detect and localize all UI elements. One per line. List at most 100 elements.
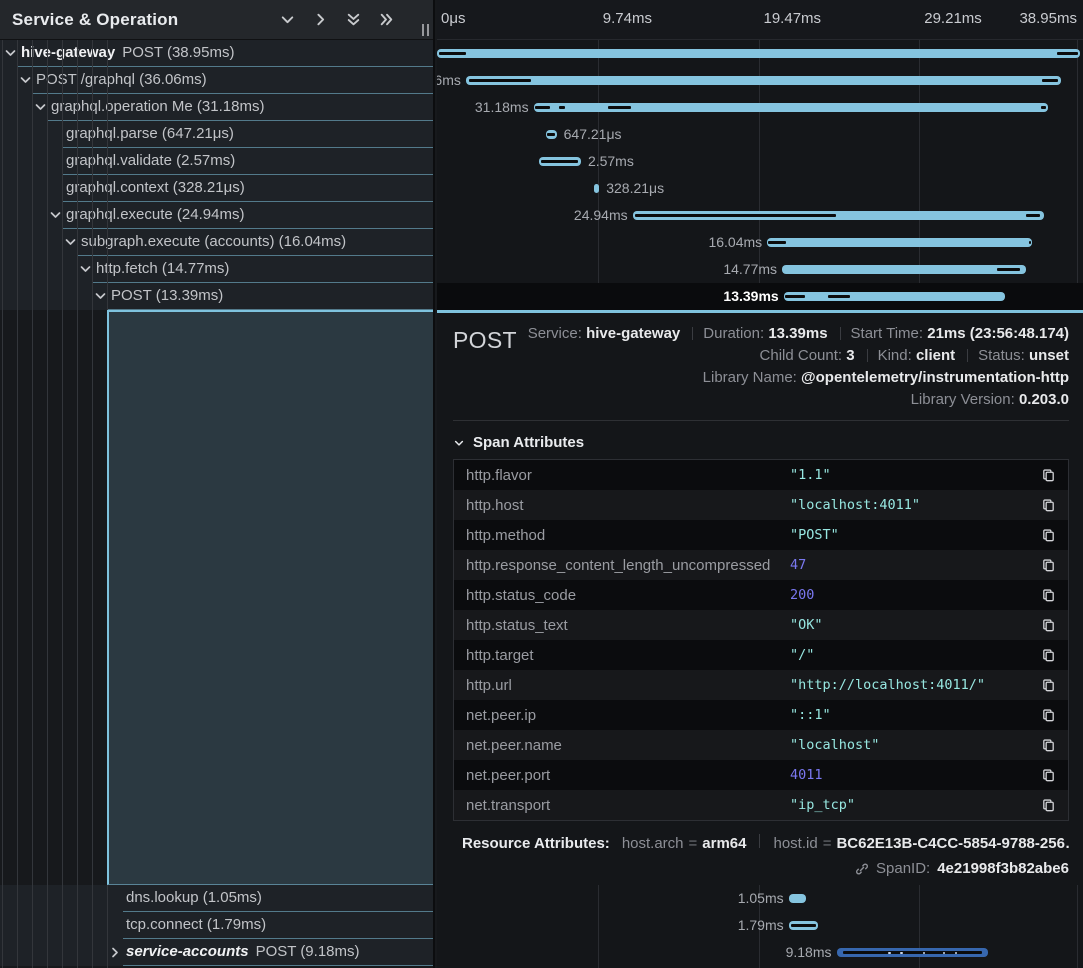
span-duration-label: 1.79ms	[738, 912, 784, 939]
field-label: Start Time:	[851, 325, 928, 342]
span-tree-row[interactable]: service-accountsPOST (9.18ms)	[0, 939, 435, 966]
timeline-row[interactable]: 1.79ms	[437, 912, 1083, 939]
row-toggle[interactable]	[64, 236, 77, 253]
span-bar[interactable]	[546, 130, 557, 139]
span-tree-row[interactable]: graphql.validate (2.57ms)	[0, 148, 435, 175]
span-bar[interactable]	[789, 921, 819, 930]
timeline-row[interactable]: 1.05ms	[437, 885, 1083, 912]
span-tree-row[interactable]: POST (13.39ms)	[0, 283, 435, 310]
child-span-tick	[1029, 241, 1032, 244]
span-bar[interactable]	[633, 211, 1045, 220]
child-span-tick	[828, 295, 850, 298]
timeline-row[interactable]: 9.18ms	[437, 939, 1083, 966]
timeline-row[interactable]	[437, 40, 1083, 67]
copy-icon[interactable]	[1041, 498, 1056, 513]
row-separator	[63, 201, 435, 202]
copy-icon[interactable]	[1041, 798, 1056, 813]
span-tree-row[interactable]: graphql.execute (24.94ms)	[0, 202, 435, 229]
copy-icon[interactable]	[1041, 618, 1056, 633]
span-attributes-table: http.flavor"1.1"http.host"localhost:4011…	[453, 459, 1069, 821]
field-label: Duration:	[703, 325, 768, 342]
row-toggle[interactable]	[4, 47, 17, 64]
panel-resize-handle[interactable]	[422, 24, 429, 36]
attribute-key: http.status_text	[466, 617, 790, 634]
row-toggle[interactable]	[19, 74, 32, 91]
row-toggle[interactable]	[79, 263, 92, 280]
span-bar[interactable]	[539, 157, 581, 166]
span-attributes-toggle[interactable]: Span Attributes	[453, 434, 1069, 451]
row-toggle[interactable]	[49, 209, 62, 226]
span-label: POST (13.39ms)	[111, 283, 223, 309]
equals: =	[823, 835, 832, 852]
span-tree-row[interactable]: graphql.operation Me (31.18ms)	[0, 94, 435, 121]
span-bar[interactable]	[784, 292, 1005, 301]
row-separator	[63, 228, 435, 229]
child-span-tick	[1041, 106, 1046, 109]
span-tree-row[interactable]: hive-gatewayPOST (38.95ms)	[0, 40, 435, 67]
span-label: graphql.parse (647.21μs)	[66, 121, 234, 147]
field-label: Status:	[978, 347, 1029, 364]
copy-icon[interactable]	[1041, 738, 1056, 753]
span-tree-row[interactable]: dns.lookup (1.05ms)	[0, 885, 435, 912]
span-bar[interactable]	[437, 49, 1080, 58]
span-tree-row[interactable]: subgraph.execute (accounts) (16.04ms)	[0, 229, 435, 256]
timeline-row[interactable]: 328.21μs	[437, 175, 1083, 202]
chevron-down-icon	[19, 74, 32, 87]
timeline-row[interactable]: 2.57ms	[437, 148, 1083, 175]
span-tree-row[interactable]: graphql.context (328.21μs)	[0, 175, 435, 202]
divider	[759, 834, 760, 848]
chevron-down-icon	[79, 263, 92, 276]
timeline-row[interactable]: 647.21μs	[437, 121, 1083, 148]
expand-all-icon[interactable]	[378, 11, 395, 28]
child-span-tick	[559, 106, 565, 109]
attribute-value: 47	[790, 557, 1041, 573]
resource-attributes-row[interactable]: Resource Attributes: host.arch=arm64host…	[453, 834, 1069, 852]
attribute-key: http.flavor	[466, 467, 790, 484]
span-bar[interactable]	[789, 894, 806, 903]
service-operation-header: Service & Operation	[0, 0, 433, 40]
row-toggle[interactable]	[109, 946, 122, 963]
copy-icon[interactable]	[1041, 528, 1056, 543]
timeline-row[interactable]: 36.06ms	[437, 67, 1083, 94]
span-label: service-accountsPOST (9.18ms)	[126, 939, 360, 965]
row-separator	[63, 147, 435, 148]
span-bar[interactable]	[782, 265, 1026, 274]
attribute-key: net.peer.ip	[466, 707, 790, 724]
collapse-one-icon[interactable]	[279, 11, 296, 28]
span-bar[interactable]	[767, 238, 1032, 247]
tree-controls	[279, 11, 395, 28]
link-icon[interactable]	[855, 862, 869, 876]
timeline-row[interactable]: 16.04ms	[437, 229, 1083, 256]
attribute-value: "http://localhost:4011/"	[790, 677, 1041, 693]
field-value: hive-gateway	[586, 325, 680, 342]
child-span-tick	[997, 268, 1020, 271]
row-toggle[interactable]	[94, 290, 107, 307]
span-tree-row[interactable]: graphql.parse (647.21μs)	[0, 121, 435, 148]
copy-icon[interactable]	[1041, 768, 1056, 783]
row-toggle[interactable]	[34, 101, 47, 118]
span-tree-row[interactable]: http.fetch (14.77ms)	[0, 256, 435, 283]
copy-icon[interactable]	[1041, 558, 1056, 573]
copy-icon[interactable]	[1041, 588, 1056, 603]
span-bar[interactable]	[534, 103, 1049, 112]
timeline-row[interactable]: 31.18ms	[437, 94, 1083, 121]
timeline-row[interactable]: 24.94ms	[437, 202, 1083, 229]
resource-value: arm64	[702, 835, 746, 852]
copy-icon[interactable]	[1041, 468, 1056, 483]
expand-one-icon[interactable]	[312, 11, 329, 28]
timeline-row[interactable]: 13.39ms	[437, 283, 1083, 310]
span-tree-row[interactable]: tcp.connect (1.79ms)	[0, 912, 435, 939]
span-bar[interactable]	[594, 184, 599, 193]
row-separator	[33, 93, 435, 94]
child-span-tick	[439, 52, 466, 55]
trace-viewer: Service & Operation hive-gatewayPOST (38…	[0, 0, 1083, 968]
copy-icon[interactable]	[1041, 648, 1056, 663]
span-tree-row[interactable]: POST /graphql (36.06ms)	[0, 67, 435, 94]
timeline-row[interactable]: 14.77ms	[437, 256, 1083, 283]
copy-icon[interactable]	[1041, 708, 1056, 723]
span-bar[interactable]	[466, 76, 1061, 85]
collapse-all-icon[interactable]	[345, 11, 362, 28]
span-bar[interactable]	[837, 948, 989, 957]
child-span-tick	[1057, 52, 1078, 55]
copy-icon[interactable]	[1041, 678, 1056, 693]
